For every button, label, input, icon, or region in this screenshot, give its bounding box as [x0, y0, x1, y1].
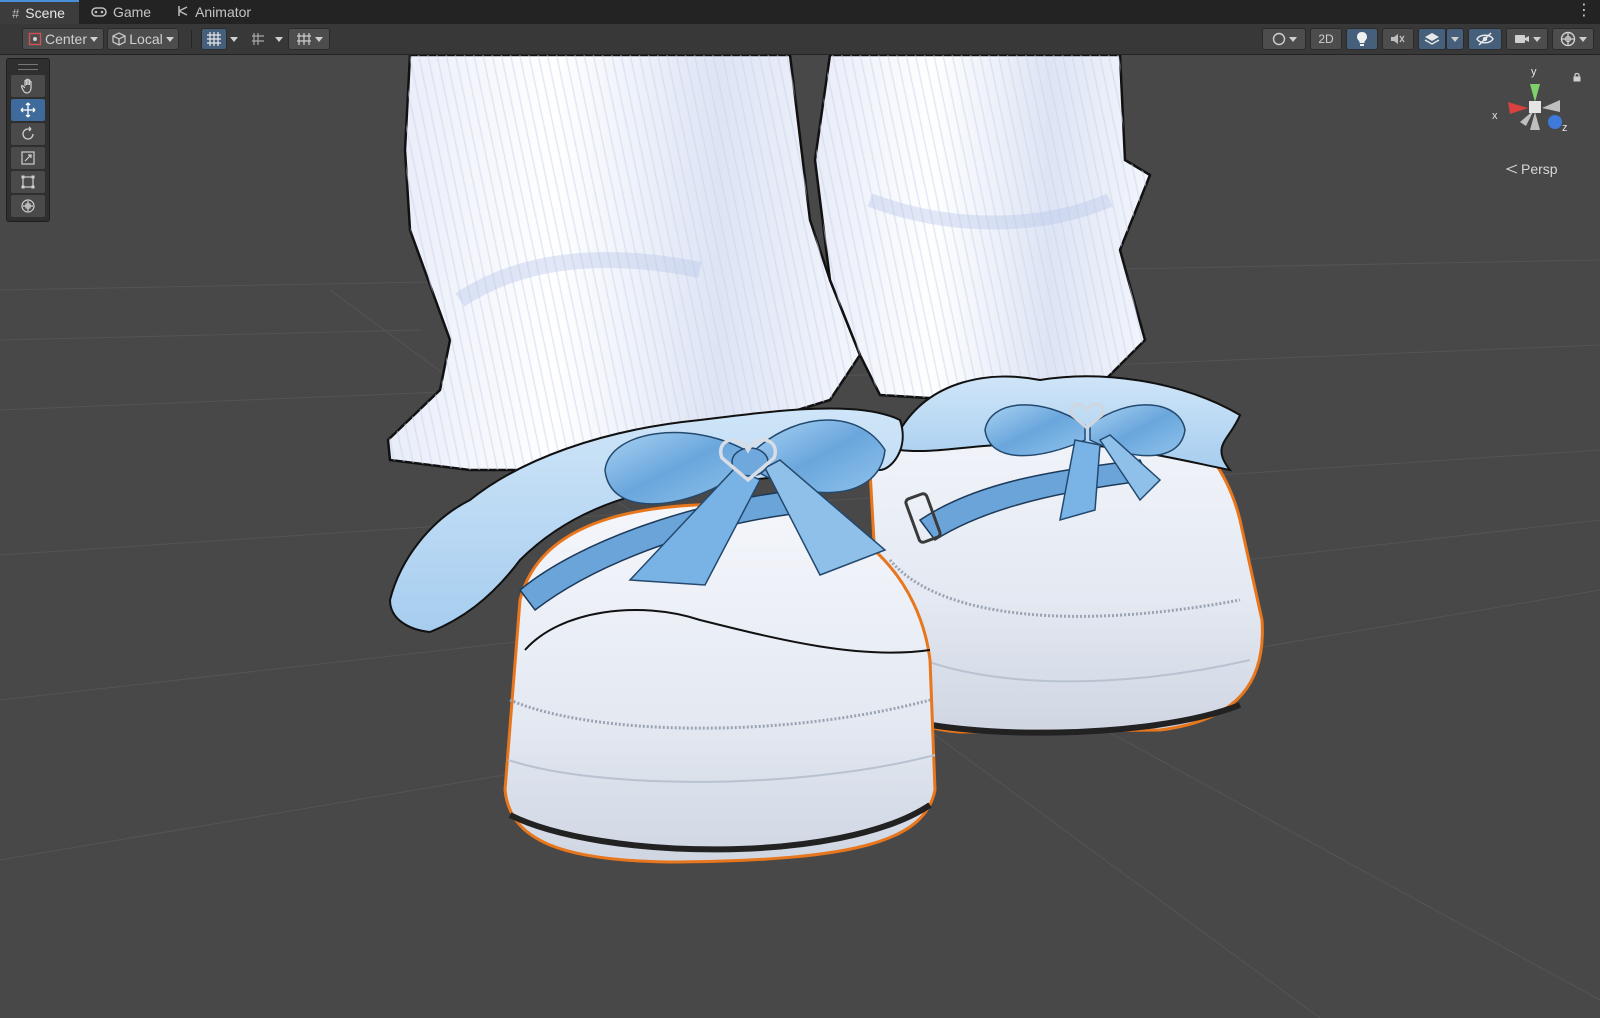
- scene-lighting-toggle[interactable]: [1346, 28, 1378, 50]
- gizmos-dropdown[interactable]: [1552, 28, 1594, 50]
- tab-scene-label: Scene: [25, 5, 65, 21]
- layers-icon: [1424, 33, 1440, 45]
- chevron-down-icon: [165, 36, 174, 42]
- cube-icon: [112, 32, 126, 46]
- projection-label: Persp: [1521, 161, 1558, 177]
- increment-snap-menu[interactable]: [272, 28, 286, 50]
- rotate-tool-button[interactable]: [11, 123, 45, 145]
- gizmo-globe-icon: [1560, 31, 1575, 47]
- gizmo-center-cube[interactable]: [1529, 101, 1541, 113]
- effects-menu[interactable]: [1446, 28, 1464, 50]
- y-axis-cone[interactable]: [1530, 84, 1540, 102]
- tab-animator[interactable]: Animator: [165, 0, 265, 24]
- increment-snap-toggle[interactable]: [246, 28, 270, 50]
- scene-visibility-toggle[interactable]: [1468, 28, 1502, 50]
- chevron-down-icon: [1451, 36, 1459, 42]
- scale-tool-button[interactable]: [11, 147, 45, 169]
- camera-settings-dropdown[interactable]: [1506, 28, 1548, 50]
- lightbulb-icon: [1357, 32, 1367, 46]
- pivot-center-icon: [28, 32, 42, 46]
- tab-game-label: Game: [112, 4, 152, 20]
- effects-toggle[interactable]: [1418, 28, 1446, 50]
- camera-icon: [1514, 35, 1529, 43]
- chevron-down-icon: [275, 36, 283, 42]
- toolbar-separator: [191, 30, 192, 48]
- chevron-down-icon: [90, 36, 99, 42]
- kebab-menu-icon[interactable]: ⋮: [1576, 2, 1592, 20]
- increment-snap-icon: [252, 33, 264, 45]
- chevron-down-icon: [314, 36, 323, 42]
- move-tool-button[interactable]: [11, 99, 45, 121]
- draw-mode-dropdown[interactable]: [1262, 28, 1306, 50]
- hash-icon: #: [12, 5, 20, 21]
- rect-transform-icon: [21, 175, 35, 189]
- tab-scene[interactable]: # Scene: [0, 0, 79, 24]
- eye-hidden-icon: [1476, 32, 1494, 46]
- pivot-space-dropdown[interactable]: Local: [107, 28, 179, 50]
- animator-icon: [177, 5, 189, 20]
- grid-icon: [296, 33, 311, 45]
- mode-2d-toggle[interactable]: 2D: [1310, 28, 1342, 50]
- move-arrows-icon: [20, 102, 36, 118]
- window-tab-bar: # Scene Game Animator ⋮: [0, 0, 1600, 25]
- mode-2d-label: 2D: [1318, 32, 1334, 46]
- z-axis-label: z: [1562, 122, 1568, 134]
- scene-viewport[interactable]: [0, 55, 1600, 1018]
- grid-snap-toggle[interactable]: [201, 28, 227, 50]
- audio-muted-icon: [1391, 34, 1405, 44]
- tools-panel: [6, 58, 50, 222]
- z-axis-cone[interactable]: [1548, 115, 1562, 129]
- hand-tool-button[interactable]: [11, 75, 45, 97]
- scale-icon: [21, 151, 35, 165]
- shaded-sphere-icon: [1272, 32, 1285, 46]
- neg-x-axis-cone[interactable]: [1542, 100, 1560, 112]
- chevron-down-icon: [1288, 36, 1297, 42]
- right-pant-leg: [813, 55, 1152, 402]
- rect-tool-button[interactable]: [11, 171, 45, 193]
- pivot-space-label: Local: [129, 31, 163, 47]
- drag-handle[interactable]: [18, 64, 38, 70]
- tab-game[interactable]: Game: [79, 0, 165, 24]
- rotate-icon: [22, 126, 34, 140]
- projection-toggle[interactable]: Persp: [1506, 161, 1558, 177]
- transform-icon: [21, 199, 35, 213]
- scene-toolbar: Center Local 2D: [0, 24, 1600, 55]
- left-pant-leg: [386, 55, 862, 472]
- x-axis-label: x: [1492, 110, 1498, 122]
- grid-visibility-dropdown[interactable]: [288, 28, 330, 50]
- chevron-down-icon: [1578, 36, 1587, 42]
- hand-icon: [20, 78, 32, 94]
- scene-render: [0, 55, 1600, 1018]
- chevron-down-icon: [230, 36, 238, 42]
- lock-icon[interactable]: [1572, 72, 1582, 82]
- left-shoe: [388, 407, 937, 864]
- y-axis-label: y: [1531, 66, 1537, 78]
- chevron-down-icon: [1532, 36, 1541, 42]
- tab-animator-label: Animator: [195, 4, 252, 20]
- pivot-mode-label: Center: [44, 31, 88, 47]
- pivot-mode-dropdown[interactable]: Center: [22, 28, 104, 50]
- x-axis-cone[interactable]: [1508, 102, 1528, 114]
- transform-tool-button[interactable]: [11, 195, 45, 217]
- grid-snap-icon: [207, 32, 221, 46]
- perspective-icon: [1506, 164, 1518, 174]
- audio-toggle[interactable]: [1382, 28, 1414, 50]
- grid-snap-menu[interactable]: [227, 28, 241, 50]
- gamepad-icon: [91, 5, 107, 20]
